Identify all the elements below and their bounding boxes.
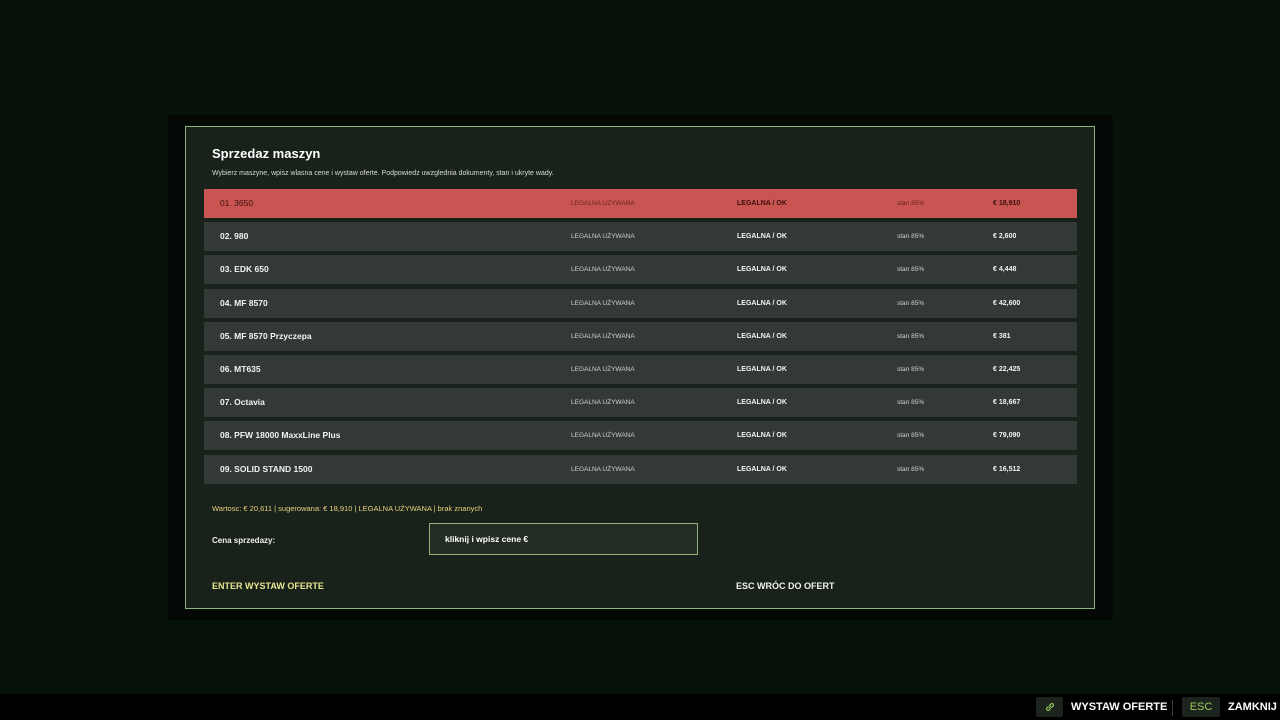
machine-status: LEGALNA / OK	[737, 299, 787, 307]
machine-row[interactable]: 01. 3650 LEGALNA UŻYWANA LEGALNA / OK stan …	[204, 189, 1077, 218]
machine-status: LEGALNA / OK	[737, 266, 787, 274]
machine-condition: stan 85%	[897, 465, 925, 473]
machine-status: LEGALNA / OK	[737, 332, 787, 340]
machine-row[interactable]: 05. MF 8570 Przyczepa LEGALNA UŻYWANA LEGA…	[204, 321, 1077, 351]
machine-row[interactable]: 08. PFW 18000 MaxxLine Plus LEGALNA UŻYWA…	[204, 421, 1077, 451]
machine-legal-type: LEGALNA UŻYWANA	[571, 365, 635, 373]
hint-list-offer-label[interactable]: WYSTAW OFERTE	[1071, 701, 1167, 713]
machine-legal-type: LEGALNA UŻYWANA	[571, 266, 635, 274]
machine-legal-type: LEGALNA UŻYWANA	[571, 299, 635, 307]
machine-price: € 4,448	[993, 266, 1017, 274]
link-icon[interactable]	[1036, 697, 1063, 717]
machine-legal-type: LEGALNA UŻYWANA	[571, 399, 635, 407]
machine-status: LEGALNA / OK	[737, 465, 787, 473]
machine-row[interactable]: 03. EDK 650 LEGALNA UŻYWANA LEGALNA / OK st…	[204, 255, 1077, 285]
machine-row[interactable]: 07. Octavia LEGALNA UŻYWANA LEGALNA / OK st…	[204, 388, 1077, 418]
machine-name: 08. PFW 18000 MaxxLine Plus	[220, 430, 341, 441]
machine-status: LEGALNA / OK	[737, 365, 787, 373]
machine-legal-type: LEGALNA UŻYWANA	[571, 200, 635, 207]
machine-legal-type: LEGALNA UŻYWANA	[571, 465, 635, 473]
machine-price: € 18,667	[993, 399, 1021, 407]
machine-row[interactable]: 06. MT635 LEGALNA UŻYWANA LEGALNA / OK stan…	[204, 354, 1077, 384]
dialog-subtitle: Wybierz maszyne, wpisz wlasna cene i wys…	[212, 170, 554, 177]
machine-row[interactable]: 02. 980 LEGALNA UŻYWANA LEGALNA / OK stan 8…	[204, 222, 1077, 252]
dialog-title: Sprzedaz maszyn	[212, 146, 321, 161]
machine-condition: stan 85%	[897, 233, 925, 241]
machine-list: 01. 3650 LEGALNA UŻYWANA LEGALNA / OK stan …	[204, 189, 1077, 488]
sell-machines-dialog: Sprzedaz maszyn Wybierz maszyne, wpisz w…	[185, 126, 1095, 609]
machine-price: € 16,512	[993, 465, 1021, 473]
enter-list-offer-button[interactable]: ENTER WYSTAW OFERTE	[212, 581, 324, 591]
machine-row[interactable]: 09. SOLID STAND 1500 LEGALNA UŻYWANA LEGAL…	[204, 454, 1077, 484]
machine-name: 07. Octavia	[220, 397, 265, 408]
valuation-info: Wartosc: € 20,611 | sugerowana: € 18,910…	[212, 504, 483, 513]
machine-legal-type: LEGALNA UŻYWANA	[571, 233, 635, 241]
machine-condition: stan 85%	[897, 299, 925, 307]
link-icon-glyph	[1045, 703, 1054, 711]
machine-row[interactable]: 04. MF 8570 LEGALNA UŻYWANA LEGALNA / OK st…	[204, 288, 1077, 318]
machine-condition: stan 85%	[897, 332, 925, 340]
machine-price: € 79,090	[993, 432, 1021, 440]
machine-price: € 381	[993, 332, 1011, 340]
machine-status: LEGALNA / OK	[737, 432, 787, 440]
machine-condition: stan 85%	[897, 365, 925, 373]
machine-status: LEGALNA / OK	[737, 233, 787, 241]
machine-name: 05. MF 8570 Przyczepa	[220, 330, 312, 341]
machine-legal-type: LEGALNA UŻYWANA	[571, 332, 635, 340]
machine-name: 01. 3650	[220, 198, 254, 208]
machine-name: 03. EDK 650	[220, 264, 269, 275]
machine-name: 02. 980	[220, 231, 249, 242]
machine-price: € 2,600	[993, 233, 1017, 241]
esc-back-to-offers-button[interactable]: ESC WRÓC DO OFERT	[736, 581, 835, 591]
machine-price: € 18,910	[993, 200, 1021, 207]
machine-name: 06. MT635	[220, 363, 261, 374]
machine-condition: stan 85%	[897, 399, 925, 407]
hint-separator	[1172, 700, 1173, 716]
price-input[interactable]	[429, 523, 698, 555]
machine-price: € 42,600	[993, 299, 1021, 307]
machine-condition: stan 85%	[897, 266, 925, 274]
hint-close-label[interactable]: ZAMKNIJ	[1228, 701, 1277, 713]
machine-legal-type: LEGALNA UŻYWANA	[571, 432, 635, 440]
machine-status: LEGALNA / OK	[737, 200, 787, 207]
machine-price: € 22,425	[993, 365, 1021, 373]
machine-condition: stan 85%	[897, 200, 925, 207]
machine-status: LEGALNA / OK	[737, 399, 787, 407]
esc-key-badge[interactable]: ESC	[1182, 697, 1220, 717]
machine-name: 04. MF 8570	[220, 297, 268, 308]
price-label: Cena sprzedazy:	[212, 536, 276, 545]
machine-condition: stan 85%	[897, 432, 925, 440]
machine-name: 09. SOLID STAND 1500	[220, 463, 313, 474]
